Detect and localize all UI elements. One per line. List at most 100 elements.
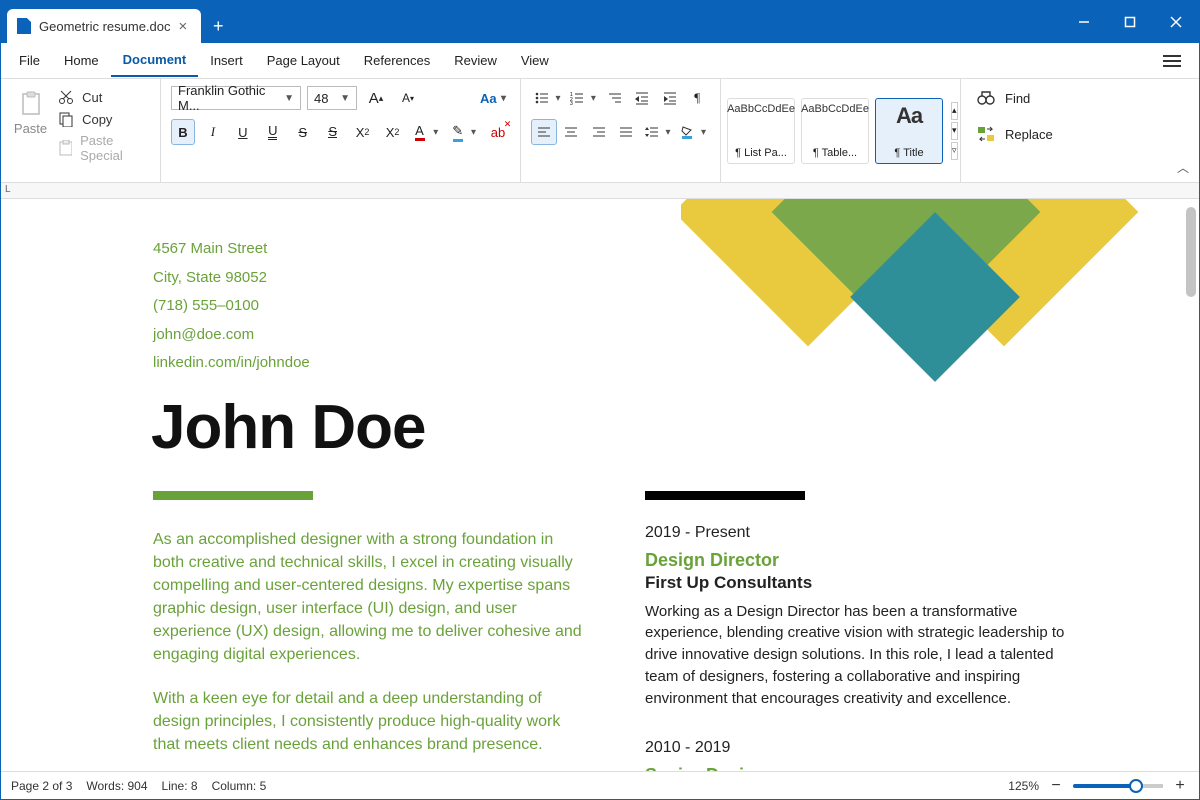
change-case-button[interactable]: Aa▾ <box>476 85 510 111</box>
indent-icon <box>663 91 677 105</box>
status-column: Column: 5 <box>212 779 267 793</box>
line-spacing-icon <box>645 125 659 139</box>
ribbon: Paste Cut Copy Paste Special Franklin Go… <box>1 79 1199 183</box>
shading-button[interactable]: ▾ <box>677 119 710 145</box>
font-color-button[interactable]: A▾ <box>411 119 443 145</box>
paste-button[interactable]: Paste <box>11 85 50 176</box>
paste-special-icon <box>58 140 72 156</box>
job-company: First Up Consultants <box>645 573 1065 593</box>
styles-scroll-up[interactable]: ▴ <box>951 102 958 120</box>
menu-view[interactable]: View <box>509 45 561 76</box>
menu-review[interactable]: Review <box>442 45 509 76</box>
replace-button[interactable]: Replace <box>971 121 1059 147</box>
highlighter-icon: ✎ <box>452 123 463 139</box>
clipboard-icon <box>20 91 42 117</box>
summary-paragraph: As an accomplished designer with a stron… <box>153 528 583 667</box>
bucket-icon <box>681 126 693 139</box>
shrink-font-button[interactable]: A▾ <box>395 85 421 111</box>
justify-button[interactable] <box>614 119 640 145</box>
paste-special-button[interactable]: Paste Special <box>58 133 150 163</box>
align-center-button[interactable] <box>559 119 585 145</box>
paragraph-group: ▾ 123▾ ¶ ▾ ▾ <box>521 79 721 182</box>
section-bar <box>153 491 313 500</box>
collapse-ribbon-button[interactable]: ︿ <box>1177 159 1189 176</box>
job-dates: 2010 - 2019 <box>645 739 1065 757</box>
zoom-slider[interactable] <box>1073 784 1163 788</box>
job-title: Design Director <box>645 550 1065 571</box>
copy-button[interactable]: Copy <box>58 111 150 127</box>
zoom-level[interactable]: 125% <box>1008 779 1039 793</box>
menu-home[interactable]: Home <box>52 45 111 76</box>
zoom-in-button[interactable]: + <box>1171 777 1189 795</box>
underline-button[interactable]: U <box>231 119 255 145</box>
close-tab-icon[interactable]: × <box>179 18 188 35</box>
job-description: Working as a Design Director has been a … <box>645 601 1065 710</box>
replace-label: Replace <box>1005 127 1053 142</box>
maximize-button[interactable] <box>1107 1 1153 43</box>
font-size-combo[interactable]: 48▼ <box>307 86 357 110</box>
font-name-value: Franklin Gothic M... <box>178 83 280 113</box>
menu-references[interactable]: References <box>352 45 442 76</box>
italic-button[interactable]: I <box>201 119 225 145</box>
minimize-button[interactable] <box>1061 1 1107 43</box>
subscript-button[interactable]: X2 <box>381 119 405 145</box>
multilevel-list-button[interactable] <box>602 85 628 111</box>
increase-indent-button[interactable] <box>657 85 683 111</box>
strikethrough-button[interactable]: S <box>291 119 315 145</box>
editing-group: Find Replace <box>961 79 1069 182</box>
styles-group: AaBbCcDdEe ¶ List Pa... AaBbCcDdEe ¶ Tab… <box>721 79 961 182</box>
styles-scroll-down[interactable]: ▾ <box>951 122 958 140</box>
summary-paragraph: With a keen eye for detail and a deep un… <box>153 687 583 757</box>
bold-button[interactable]: B <box>171 119 195 145</box>
replace-icon <box>977 125 995 143</box>
grow-font-button[interactable]: A▴ <box>363 85 389 111</box>
menu-page-layout[interactable]: Page Layout <box>255 45 352 76</box>
style-list-paragraph[interactable]: AaBbCcDdEe ¶ List Pa... <box>727 98 795 164</box>
align-center-icon <box>564 125 578 139</box>
document-tab[interactable]: Geometric resume.doc × <box>7 9 201 43</box>
bullet-list-icon <box>535 91 549 105</box>
vertical-scrollbar[interactable] <box>1186 207 1196 297</box>
double-strikethrough-button[interactable]: S <box>321 119 345 145</box>
styles-expand[interactable]: ▿ <box>951 142 958 160</box>
outdent-icon <box>635 91 649 105</box>
zoom-out-button[interactable]: − <box>1047 777 1065 795</box>
menu-document[interactable]: Document <box>111 44 199 77</box>
align-right-icon <box>592 125 606 139</box>
highlight-button[interactable]: ✎▾ <box>448 119 480 145</box>
show-marks-button[interactable]: ¶ <box>684 85 710 111</box>
zoom-thumb[interactable] <box>1129 779 1143 793</box>
change-case-label: Aa <box>480 91 497 106</box>
style-table[interactable]: AaBbCcDdEe ¶ Table... <box>801 98 869 164</box>
cut-button[interactable]: Cut <box>58 89 150 105</box>
style-title[interactable]: Aa ¶ Title <box>875 98 943 164</box>
status-words[interactable]: Words: 904 <box>86 779 147 793</box>
number-list-button[interactable]: 123▾ <box>566 85 599 111</box>
chevron-down-icon: ▼ <box>284 93 294 104</box>
ruler-corner-icon: L <box>5 184 11 195</box>
line-spacing-button[interactable]: ▾ <box>641 119 674 145</box>
double-underline-button[interactable]: U <box>261 119 285 145</box>
font-name-combo[interactable]: Franklin Gothic M... ▼ <box>171 86 301 110</box>
align-right-button[interactable] <box>586 119 612 145</box>
menu-insert[interactable]: Insert <box>198 45 255 76</box>
find-button[interactable]: Find <box>971 85 1059 111</box>
menubar: File Home Document Insert Page Layout Re… <box>1 43 1199 79</box>
new-tab-button[interactable]: + <box>201 9 235 43</box>
copy-icon <box>58 111 74 127</box>
summary-column: As an accomplished designer with a stron… <box>153 491 583 772</box>
decrease-indent-button[interactable] <box>629 85 655 111</box>
bullet-list-button[interactable]: ▾ <box>531 85 564 111</box>
status-page[interactable]: Page 2 of 3 <box>11 779 72 793</box>
clear-formatting-button[interactable]: ab✕ <box>486 119 510 145</box>
close-window-button[interactable] <box>1153 1 1199 43</box>
document-tab-title: Geometric resume.doc <box>39 19 171 34</box>
menu-file[interactable]: File <box>7 45 52 76</box>
align-left-button[interactable] <box>531 119 557 145</box>
style-label: ¶ Title <box>894 147 923 159</box>
zoom-control: 125% − + <box>1008 777 1189 795</box>
superscript-button[interactable]: X2 <box>351 119 375 145</box>
document-area[interactable]: 4567 Main Street City, State 98052 (718)… <box>1 199 1199 771</box>
ruler[interactable]: L <box>1 183 1199 199</box>
overflow-menu-button[interactable] <box>1151 52 1193 70</box>
